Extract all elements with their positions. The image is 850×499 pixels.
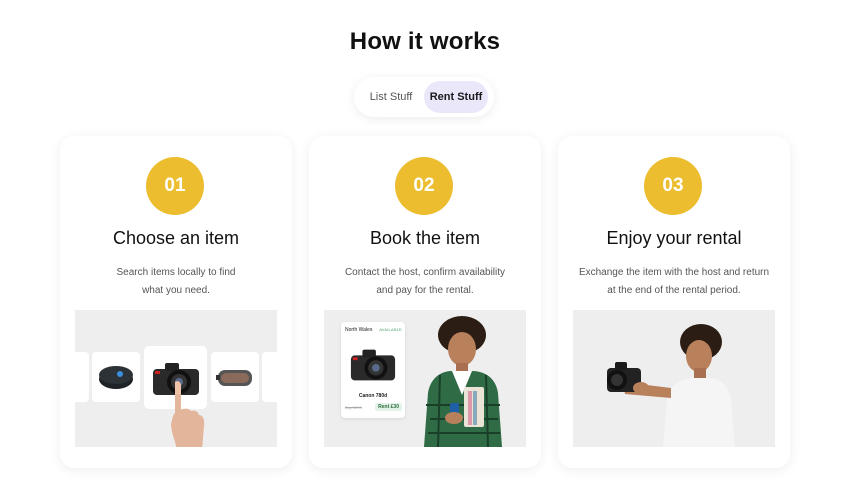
camera-icon [350, 349, 396, 381]
carousel-item [75, 352, 89, 402]
step-illustration: North Wales AVAILABLE Canon 780d Buy £59… [324, 310, 526, 447]
step-title: Enjoy your rental [606, 228, 742, 248]
step-description-line: Search items locally to find [116, 267, 236, 278]
step-description: Exchange the item with the host and retu… [568, 264, 780, 300]
step-description: Search items locally to find what you ne… [70, 264, 282, 300]
how-it-works-section: How it works List Stuff Rent Stuff 01 Ch… [0, 0, 850, 499]
step-illustration [573, 310, 775, 447]
hand-pointer-icon [171, 381, 205, 447]
section-title: How it works [349, 28, 501, 55]
listing-buy-price: Buy £599 [345, 405, 362, 410]
step-number-badge: 03 [644, 157, 702, 215]
listing-status: AVAILABLE [379, 327, 402, 332]
mode-toggle: List Stuff Rent Stuff [354, 77, 494, 117]
step-card-choose: 01 Choose an item Search items locally t… [60, 136, 292, 468]
step-title: Book the item [369, 228, 481, 248]
step-description-line: what you need. [142, 285, 210, 296]
step-title: Choose an item [112, 228, 240, 248]
person-with-camera-illustration [607, 324, 735, 447]
carousel-item [262, 352, 277, 402]
vr-headset-icon [216, 370, 252, 386]
listing-name: Canon 780d [358, 393, 388, 399]
step-description-line: and pay for the rental. [376, 285, 474, 296]
carousel-item-vr-headset [211, 352, 259, 402]
step-description-line: Exchange the item with the host and retu… [578, 267, 770, 278]
person-with-phone-illustration [424, 316, 502, 447]
toggle-rent-stuff[interactable]: Rent Stuff [424, 81, 488, 113]
robot-vacuum-icon [99, 366, 133, 389]
product-listing-card: North Wales AVAILABLE Canon 780d Buy £59… [341, 322, 405, 418]
listing-location: North Wales [345, 327, 373, 333]
step-card-enjoy: 03 Enjoy your rental Exchange the item w… [558, 136, 790, 468]
step-illustration [75, 310, 277, 447]
listing-rent-price: Rent £30 [375, 403, 402, 411]
step-description: Contact the host, confirm availability a… [319, 264, 531, 300]
step-number-badge: 02 [395, 157, 453, 215]
carousel-item-robot-vacuum [92, 352, 140, 402]
step-number-badge: 01 [146, 157, 204, 215]
step-description-line: Contact the host, confirm availability [344, 267, 506, 278]
toggle-list-stuff[interactable]: List Stuff [358, 81, 424, 113]
step-description-line: at the end of the rental period. [607, 285, 741, 296]
step-card-book: 02 Book the item Contact the host, confi… [309, 136, 541, 468]
